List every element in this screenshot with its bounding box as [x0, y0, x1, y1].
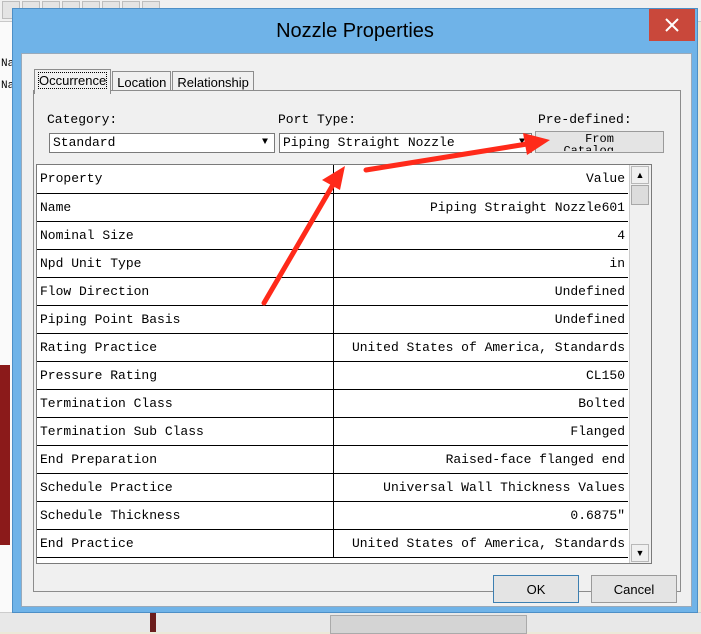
close-button[interactable] — [649, 9, 695, 41]
property-cell: Schedule Thickness — [37, 501, 334, 530]
property-cell: Termination Sub Class — [37, 417, 334, 446]
from-catalog-label-2: Catalog... — [563, 145, 635, 151]
dialog-client-area: Occurrence Location Relationship Categor… — [21, 53, 692, 607]
table-row[interactable]: Pressure Rating CL150 — [37, 361, 628, 390]
value-cell[interactable]: in — [333, 249, 628, 278]
table-row[interactable]: Schedule Thickness 0.6875" — [37, 501, 628, 530]
property-cell: Piping Point Basis — [37, 305, 334, 334]
ok-button[interactable]: OK — [493, 575, 579, 603]
property-cell: Name — [37, 193, 334, 222]
value-cell[interactable]: Raised-face flanged end — [333, 445, 628, 474]
scroll-thumb[interactable] — [631, 185, 649, 205]
table-row[interactable]: Termination Sub Class Flanged — [37, 417, 628, 446]
grid-header-property: Property — [37, 165, 334, 194]
grid-scrollbar[interactable]: ▲ ▼ — [629, 165, 651, 563]
chevron-down-icon[interactable]: ▼ — [257, 135, 273, 151]
value-cell[interactable]: United States of America, Standards — [333, 333, 628, 362]
dialog-titlebar[interactable]: Nozzle Properties — [13, 9, 697, 53]
value-cell[interactable]: 0.6875" — [333, 501, 628, 530]
table-row[interactable]: Schedule Practice Universal Wall Thicknes… — [37, 473, 628, 502]
from-catalog-label-1: From — [585, 132, 614, 146]
table-row[interactable]: End Practice United States of America, St… — [37, 529, 628, 558]
port-type-label: Port Type: — [278, 112, 357, 127]
value-cell[interactable]: Bolted — [333, 389, 628, 418]
ok-button-label: OK — [526, 581, 546, 597]
grid-header-value: Value — [333, 165, 628, 194]
category-label: Category: — [47, 112, 118, 127]
table-row[interactable]: Rating Practice United States of America,… — [37, 333, 628, 362]
background-3d-model — [0, 365, 10, 545]
table-row[interactable]: Termination Class Bolted — [37, 389, 628, 418]
value-cell[interactable]: Universal Wall Thickness Values — [333, 473, 628, 502]
property-cell: Nominal Size — [37, 221, 334, 250]
properties-grid: Property Value Name Piping Straight Nozzl… — [36, 164, 652, 564]
value-cell[interactable]: Undefined — [333, 277, 628, 306]
chevron-down-icon[interactable]: ▼ — [514, 135, 530, 151]
property-cell: Termination Class — [37, 389, 334, 418]
scroll-up-icon[interactable]: ▲ — [631, 166, 649, 184]
value-cell[interactable]: Undefined — [333, 305, 628, 334]
table-row[interactable]: Name Piping Straight Nozzle601 — [37, 193, 628, 222]
background-model-part — [150, 613, 156, 632]
from-catalog-button[interactable]: From Catalog... — [535, 131, 664, 153]
value-cell[interactable]: Piping Straight Nozzle601 — [333, 193, 628, 222]
background-statusbar — [0, 612, 701, 634]
category-select[interactable]: Standard ▼ — [49, 133, 275, 153]
property-cell: Rating Practice — [37, 333, 334, 362]
table-row[interactable]: Npd Unit Type in — [37, 249, 628, 278]
predefined-label: Pre-defined: — [538, 112, 632, 127]
tab-occurrence[interactable]: Occurrence — [34, 69, 112, 94]
property-cell: End Preparation — [37, 445, 334, 474]
cancel-button[interactable]: Cancel — [591, 575, 677, 603]
close-icon — [665, 18, 679, 32]
occurrence-panel: Category: Port Type: Pre-defined: Standa… — [33, 90, 681, 592]
value-cell[interactable]: Flanged — [333, 417, 628, 446]
table-row[interactable]: Piping Point Basis Undefined — [37, 305, 628, 334]
port-type-select-value: Piping Straight Nozzle — [283, 135, 455, 150]
category-select-value: Standard — [53, 135, 116, 150]
value-cell[interactable]: United States of America, Standards — [333, 529, 628, 558]
property-cell: End Practice — [37, 529, 334, 558]
property-cell: Flow Direction — [37, 277, 334, 306]
table-row[interactable]: Flow Direction Undefined — [37, 277, 628, 306]
table-row[interactable]: Nominal Size 4 — [37, 221, 628, 250]
value-cell[interactable]: 4 — [333, 221, 628, 250]
table-row[interactable]: End Preparation Raised-face flanged end — [37, 445, 628, 474]
background-field — [330, 615, 527, 634]
property-cell: Pressure Rating — [37, 361, 334, 390]
nozzle-properties-dialog: Nozzle Properties Occurrence Location Re… — [12, 8, 698, 613]
grid-header-row: Property Value — [37, 165, 628, 194]
value-cell[interactable]: CL150 — [333, 361, 628, 390]
property-cell: Npd Unit Type — [37, 249, 334, 278]
dialog-title: Nozzle Properties — [276, 20, 434, 42]
cancel-button-label: Cancel — [613, 581, 655, 597]
port-type-select[interactable]: Piping Straight Nozzle ▼ — [279, 133, 532, 153]
property-cell: Schedule Practice — [37, 473, 334, 502]
scroll-down-icon[interactable]: ▼ — [631, 544, 649, 562]
